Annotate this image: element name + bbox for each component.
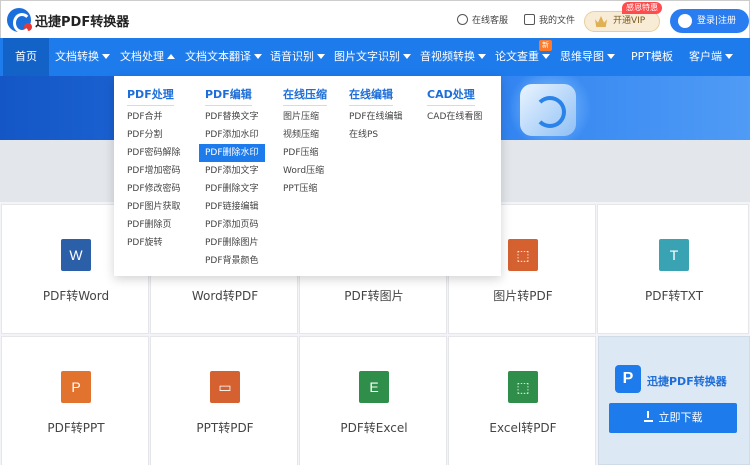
headset-icon	[457, 14, 468, 25]
menu-item-pdf-extract-images[interactable]: PDF图片获取	[127, 198, 181, 216]
nav-mindmap[interactable]: 思维导图	[560, 38, 615, 76]
word-icon: W	[61, 239, 91, 271]
nav-ppt-template[interactable]: PPT模板	[631, 38, 673, 76]
tool-label: 图片转PDF	[493, 289, 553, 303]
txt-icon: T	[659, 239, 689, 271]
caret-down-icon	[254, 54, 262, 59]
menu-group-pdf-edit: PDF编辑	[205, 86, 252, 106]
caret-up-icon	[167, 54, 175, 59]
menu-item-cad-viewer[interactable]: CAD在线看图	[427, 108, 482, 126]
nav-ocr[interactable]: 图片文字识别	[334, 38, 411, 76]
login-register-button[interactable]: 登录|注册	[670, 9, 749, 33]
menu-item-image-compress[interactable]: 图片压缩	[283, 108, 319, 126]
client-download-card: P 迅捷PDF转换器 立即下载	[598, 336, 750, 465]
menu-item-pdf-remove-watermark[interactable]: PDF删除水印	[199, 144, 265, 162]
nav-av-convert[interactable]: 音视频转换	[420, 38, 486, 76]
app-logo-icon: P	[615, 365, 641, 393]
menu-group-cad: CAD处理	[427, 86, 475, 106]
caret-down-icon	[607, 54, 615, 59]
nav-client[interactable]: 客户端	[689, 38, 733, 76]
my-files-link[interactable]: 我的文件	[524, 13, 575, 26]
menu-item-pdf-add-text[interactable]: PDF添加文字	[205, 162, 259, 180]
menu-group-compress: 在线压缩	[283, 86, 327, 106]
menu-item-pdf-split[interactable]: PDF分割	[127, 126, 163, 144]
menu-item-pdf-delete-text[interactable]: PDF删除文字	[205, 180, 259, 198]
tool-label: PPT转PDF	[196, 421, 254, 435]
menu-item-pdf-compress[interactable]: PDF压缩	[283, 144, 319, 162]
nav-speech[interactable]: 语音识别	[270, 38, 325, 76]
menu-item-word-compress[interactable]: Word压缩	[283, 162, 324, 180]
nav-doc-convert[interactable]: 文档转换	[55, 38, 110, 76]
caret-down-icon	[478, 54, 486, 59]
menu-item-online-ps[interactable]: 在线PS	[349, 126, 378, 144]
caret-down-icon	[102, 54, 110, 59]
menu-item-pdf-change-password[interactable]: PDF修改密码	[127, 180, 181, 198]
app-logo[interactable]	[7, 8, 32, 33]
file-icon	[524, 14, 535, 25]
promo-app-name: 迅捷PDF转换器	[647, 375, 727, 388]
tool-label: PDF转TXT	[644, 289, 704, 303]
pdf-icon: ⬚	[508, 239, 538, 271]
slides-icon: ▭	[210, 371, 240, 403]
new-badge: 新	[539, 40, 552, 51]
nav-doc-process[interactable]: 文档处理	[120, 38, 175, 76]
caret-down-icon	[725, 54, 733, 59]
menu-item-pdf-add-page-number[interactable]: PDF添加页码	[205, 216, 259, 234]
tool-label: PDF转Excel	[340, 421, 408, 435]
nav-translate[interactable]: 文档文本翻译	[185, 38, 262, 76]
tool-card-pdf-to-excel[interactable]: E PDF转Excel	[299, 336, 447, 465]
tool-label: PDF转Word	[42, 289, 110, 303]
pdf-icon: ⬚	[508, 371, 538, 403]
vip-promo-badge: 感恩特惠	[622, 2, 662, 14]
nav-home[interactable]: 首页	[3, 38, 49, 76]
tool-label: PDF转PPT	[47, 421, 105, 435]
crown-icon	[595, 16, 607, 27]
menu-item-pdf-merge[interactable]: PDF合并	[127, 108, 163, 126]
top-header: 迅捷PDF转换器 在线客服 我的文件 开通VIP 感恩特惠 登录|注册	[0, 0, 750, 38]
tool-card-pdf-to-ppt[interactable]: P PDF转PPT	[1, 336, 149, 465]
menu-item-pdf-rotate[interactable]: PDF旋转	[127, 234, 163, 252]
menu-item-pdf-add-watermark[interactable]: PDF添加水印	[205, 126, 259, 144]
menu-item-pdf-unlock[interactable]: PDF密码解除	[127, 144, 181, 162]
main-nav: 首页 文档转换 文档处理 文档文本翻译 语音识别 图片文字识别 音视频转换 论文…	[0, 38, 750, 76]
caret-down-icon	[403, 54, 411, 59]
excel-icon: E	[359, 371, 389, 403]
menu-item-pdf-online-edit[interactable]: PDF在线编辑	[349, 108, 403, 126]
menu-item-pdf-replace-text[interactable]: PDF替换文字	[205, 108, 259, 126]
menu-item-pdf-add-password[interactable]: PDF增加密码	[127, 162, 181, 180]
menu-item-pdf-delete-image[interactable]: PDF删除图片	[205, 234, 259, 252]
ppt-icon: P	[61, 371, 91, 403]
menu-item-pdf-delete-page[interactable]: PDF删除页	[127, 216, 172, 234]
brand-name[interactable]: 迅捷PDF转换器	[35, 11, 129, 30]
doc-process-dropdown: PDF处理 PDF编辑 在线压缩 在线编辑 CAD处理 PDF合并 PDF分割 …	[114, 76, 501, 276]
tool-card-excel-to-pdf[interactable]: ⬚ Excel转PDF	[448, 336, 596, 465]
caret-down-icon	[317, 54, 325, 59]
menu-group-pdf-process: PDF处理	[127, 86, 174, 106]
menu-item-pdf-background-color[interactable]: PDF背景颜色	[205, 252, 259, 270]
tool-label: PDF转图片	[344, 289, 404, 303]
menu-item-video-compress[interactable]: 视频压缩	[283, 126, 319, 144]
tool-label: Word转PDF	[191, 289, 259, 303]
download-icon	[643, 411, 653, 422]
menu-group-online-edit: 在线编辑	[349, 86, 393, 106]
sync-shield-graphic	[520, 84, 576, 136]
online-service-link[interactable]: 在线客服	[457, 13, 508, 26]
download-now-button[interactable]: 立即下载	[609, 403, 737, 433]
user-icon	[678, 14, 692, 28]
tool-card-pdf-to-txt[interactable]: T PDF转TXT	[597, 204, 749, 334]
tool-card-ppt-to-pdf[interactable]: ▭ PPT转PDF	[150, 336, 298, 465]
caret-down-icon	[542, 54, 550, 59]
menu-item-pdf-link-edit[interactable]: PDF链接编辑	[205, 198, 259, 216]
open-vip-button[interactable]: 开通VIP	[584, 11, 660, 32]
tool-label: Excel转PDF	[489, 421, 557, 435]
menu-item-ppt-compress[interactable]: PPT压缩	[283, 180, 317, 198]
